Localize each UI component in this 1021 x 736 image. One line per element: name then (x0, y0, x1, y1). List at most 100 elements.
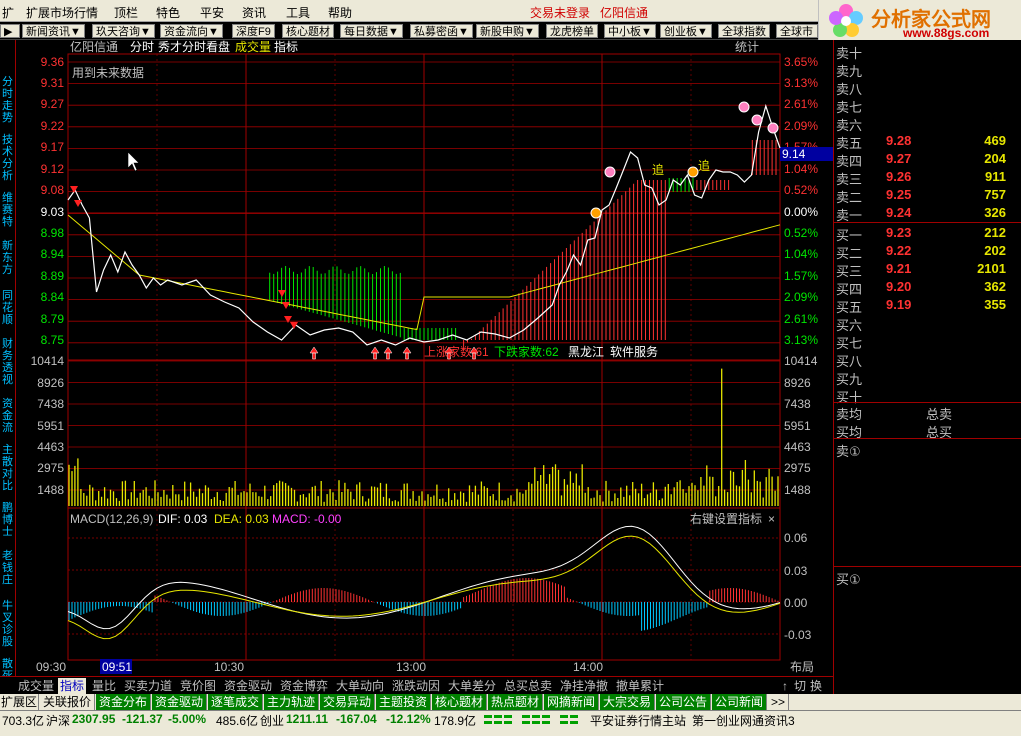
toolbar-dragon-tiger[interactable]: 龙虎榜单 (546, 24, 598, 38)
volume-axis-right: 10414 8926 7438 5951 4463 2975 1488 (784, 354, 818, 497)
menu-news[interactable]: 资讯 (242, 4, 266, 21)
ask-level[interactable]: 卖十 (834, 42, 1021, 61)
status-tab[interactable]: 核心题材 (432, 694, 487, 710)
tab-change-cause[interactable]: 涨跌动因 (390, 678, 442, 694)
chart-stats-button[interactable]: 统计 (735, 40, 759, 54)
menu-special[interactable]: 特色 (156, 4, 180, 21)
bid-level[interactable]: 买五 9.19 355 (834, 296, 1021, 315)
bid-level[interactable]: 买九 (834, 368, 1021, 387)
tab-fund-game[interactable]: 资金博弈 (278, 678, 330, 694)
ask-level[interactable]: 卖六 (834, 114, 1021, 133)
nav-finance[interactable]: 财务透视 (0, 338, 15, 386)
ask-level[interactable]: 卖五 9.28 469 (834, 132, 1021, 151)
toolbar-global-index[interactable]: 全球指数 (718, 24, 770, 38)
macd-settings-button[interactable]: 右键设置指标 (690, 511, 762, 526)
nav-laoqianzhuang[interactable]: 老钱庄 (0, 550, 15, 586)
sell-signal-icon (282, 302, 290, 309)
chart-tab-volume[interactable]: 成交量 (235, 40, 271, 54)
toolbar-global-market[interactable]: 全球市 (776, 24, 818, 38)
status-tab[interactable]: 网摘新闻 (544, 694, 599, 710)
nav-weisaite[interactable]: 维赛特 (0, 192, 15, 228)
status-tab[interactable]: 关联报价 (40, 694, 95, 710)
tab-total-buy-sell[interactable]: 总买总卖 (502, 678, 554, 694)
menu-help[interactable]: 帮助 (328, 4, 352, 21)
toolbar-daily-data[interactable]: 每日数据▼ (340, 24, 403, 38)
nav-tonghuashun[interactable]: 同花顺 (0, 290, 15, 326)
bid-level[interactable]: 买二 9.22 202 (834, 242, 1021, 261)
chart-tab-xiucai[interactable]: 秀才分时看盘 (158, 40, 230, 54)
ask-level[interactable]: 卖七 (834, 96, 1021, 115)
nav-niucha[interactable]: 牛叉诊股 (0, 600, 15, 648)
price-tick: 8.84 (41, 290, 65, 304)
ask-level[interactable]: 卖一 9.24 326 (834, 204, 1021, 223)
bid-level[interactable]: 买四 9.20 362 (834, 278, 1021, 297)
toolbar-ipo[interactable]: 新股申购▼ (476, 24, 539, 38)
nav-technical[interactable]: 技术分析 (0, 134, 15, 182)
ask-level[interactable]: 卖三 9.26 911 (834, 168, 1021, 187)
tab-big-diff[interactable]: 大单差分 (446, 678, 498, 694)
ask-level[interactable]: 卖八 (834, 78, 1021, 97)
menu-ext-market[interactable]: 扩展市场行情 (26, 4, 98, 21)
bid-level[interactable]: 买八 (834, 350, 1021, 369)
switch-button-2[interactable]: 换 (808, 678, 824, 694)
ask-level[interactable]: 卖二 9.25 757 (834, 186, 1021, 205)
status-tab[interactable]: >> (768, 694, 789, 710)
tab-net-order[interactable]: 净挂净撤 (558, 678, 610, 694)
bid-volume: 2101 (977, 261, 1006, 276)
switch-button[interactable]: 切 (792, 678, 808, 694)
login-status[interactable]: 交易未登录 (530, 4, 590, 21)
chart-canvas[interactable]: 9.36 9.31 9.27 9.22 9.17 9.12 9.08 9.03 … (16, 40, 833, 676)
status-tab[interactable]: 热点题材 (488, 694, 543, 710)
tab-volume-ratio[interactable]: 量比 (90, 678, 118, 694)
status-tab[interactable]: 公司公告 (656, 694, 711, 710)
tab-cancel-cum[interactable]: 撤单累计 (614, 678, 666, 694)
status-tab[interactable]: 主力轨迹 (264, 694, 319, 710)
menu-pingan[interactable]: 平安 (200, 4, 224, 21)
tab-fund-drive[interactable]: 资金驱动 (222, 678, 274, 694)
toolbar-left-stub[interactable]: ▶ (0, 24, 20, 38)
ask-level[interactable]: 卖九 (834, 60, 1021, 79)
chart-tab-indicator[interactable]: 指标 (274, 40, 298, 54)
status-tab[interactable]: 资金分布 (96, 694, 151, 710)
toolbar-fund-flow[interactable]: 资金流向▼ (160, 24, 223, 38)
status-tab[interactable]: 扩展区 (0, 694, 39, 710)
ask-level[interactable]: 卖四 9.27 204 (834, 150, 1021, 169)
nav-main-vs-retail[interactable]: 主散对比 (0, 444, 15, 492)
tab-big-order[interactable]: 大单动向 (334, 678, 386, 694)
toolbar-core-theme[interactable]: 核心题材 (282, 24, 334, 38)
macd-close-icon[interactable]: × (768, 512, 775, 526)
tab-auction[interactable]: 竞价图 (178, 678, 218, 694)
status-tab[interactable]: 交易异动 (320, 694, 375, 710)
status-tab[interactable]: 公司新闻 (712, 694, 767, 710)
bid-level[interactable]: 买七 (834, 332, 1021, 351)
menu-tools[interactable]: 工具 (286, 4, 310, 21)
toolbar-news[interactable]: 新闻资讯▼ (22, 24, 85, 38)
menu-ext[interactable]: 扩 (2, 4, 14, 21)
tab-indicator[interactable]: 指标 (58, 678, 87, 694)
nav-fund-flow[interactable]: 资金流 (0, 398, 15, 434)
menu-topbar[interactable]: 顶栏 (114, 4, 138, 21)
bid-level[interactable]: 买六 (834, 314, 1021, 333)
status-tab[interactable]: 资金驱动 (152, 694, 207, 710)
toolbar-private[interactable]: 私募密函▼ (410, 24, 473, 38)
nav-intraday[interactable]: 分时走势 (0, 76, 15, 124)
toolbar-gem[interactable]: 创业板▼ (660, 24, 712, 38)
layout-button[interactable]: 布局 (790, 660, 814, 674)
buy1-queue-label[interactable]: 买① (836, 569, 861, 588)
intraday-chart[interactable]: 9.36 9.31 9.27 9.22 9.17 9.12 9.08 9.03 … (16, 40, 833, 676)
tab-volume[interactable]: 成交量 (16, 678, 56, 694)
bid-level[interactable]: 买一 9.23 212 (834, 224, 1021, 243)
status-tab[interactable]: 主题投资 (376, 694, 431, 710)
bid-level[interactable]: 买三 9.21 2101 (834, 260, 1021, 279)
tab-buy-sell-force[interactable]: 买卖力道 (122, 678, 174, 694)
nav-new-oriental[interactable]: 新东方 (0, 240, 15, 276)
toolbar-sme[interactable]: 中小板▼ (604, 24, 656, 38)
sell1-queue-label[interactable]: 卖① (836, 441, 861, 460)
chart-tab-intraday[interactable]: 分时 (130, 40, 154, 54)
toolbar-jiutian[interactable]: 玖天咨询▼ (92, 24, 155, 38)
status-tab[interactable]: 大宗交易 (600, 694, 655, 710)
arrow-up-icon[interactable]: ↑ (780, 678, 790, 694)
toolbar-depth[interactable]: 深度F9 (232, 24, 275, 38)
nav-pengboshi[interactable]: 鹏博士 (0, 502, 15, 538)
status-tab[interactable]: 逐笔成交 (208, 694, 263, 710)
